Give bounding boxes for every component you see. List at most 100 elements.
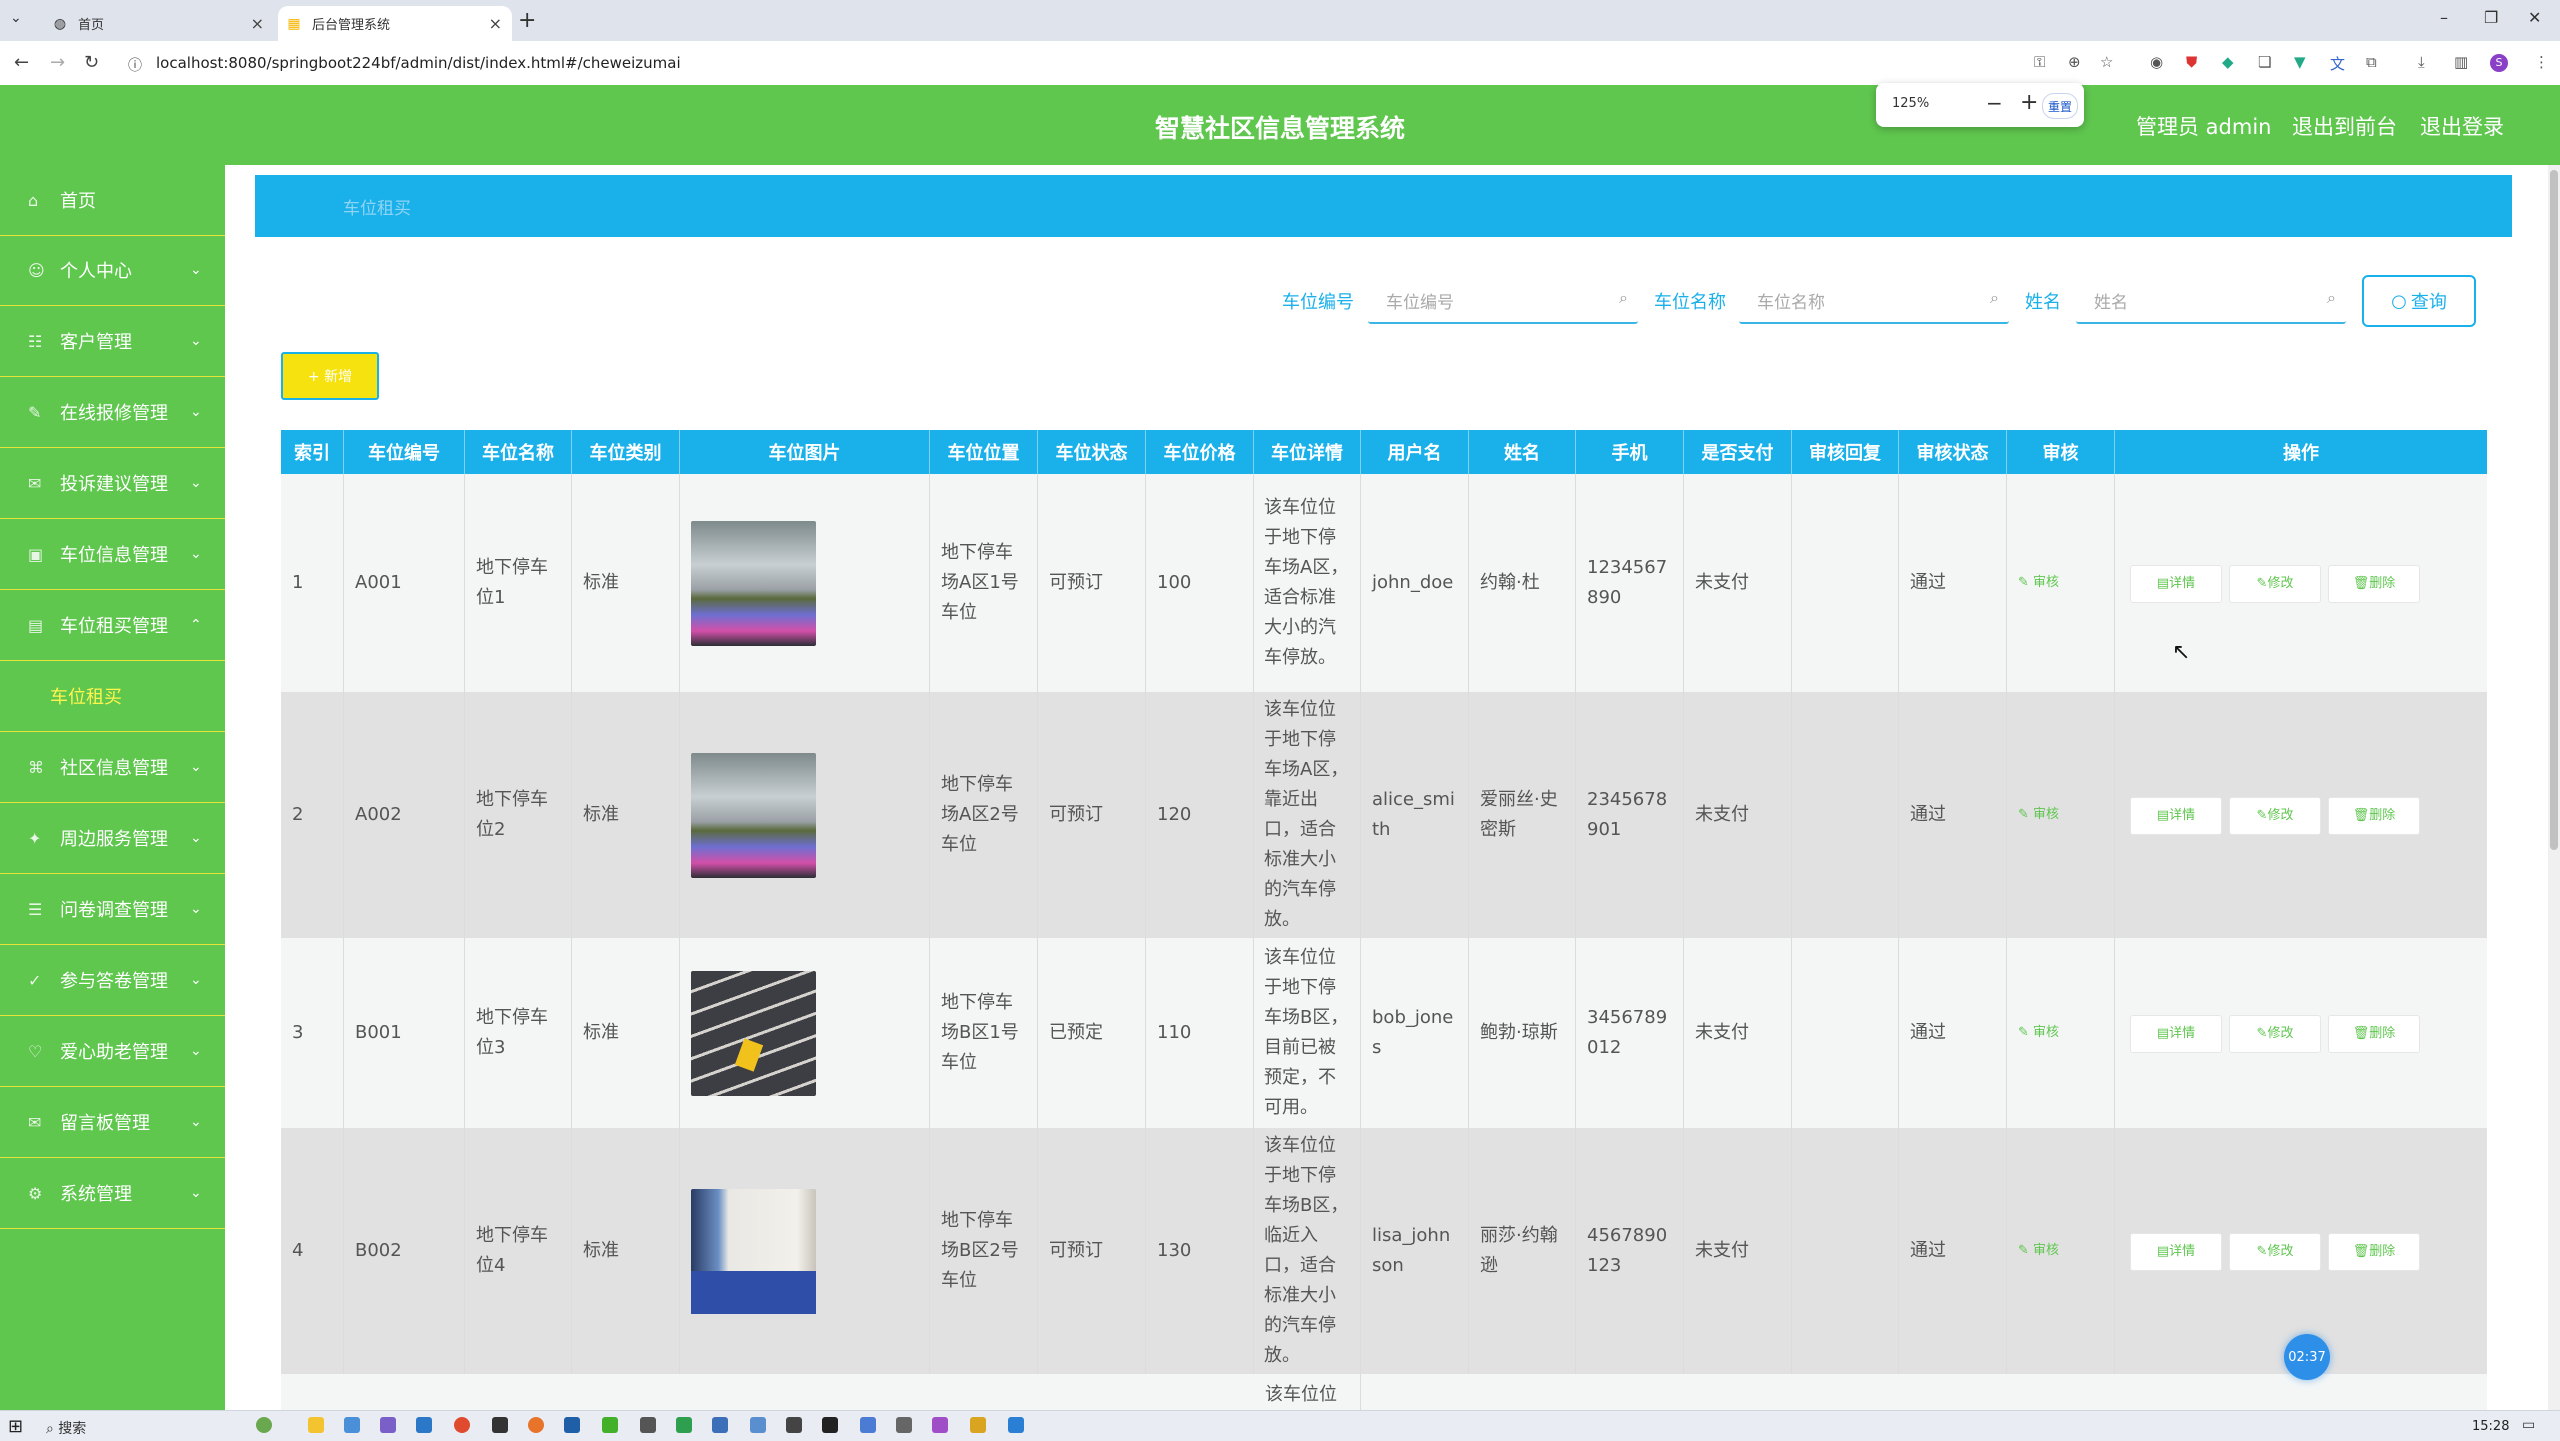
site-info-icon[interactable]: ⓘ: [128, 55, 142, 75]
sidepanel-icon[interactable]: ▥: [2454, 53, 2468, 71]
trash-icon: 🗑: [2352, 808, 2370, 823]
windows-start-icon[interactable]: ⊞: [8, 1416, 23, 1437]
sidebar-item-repair[interactable]: ✎ 在线报修管理 ⌄: [0, 377, 225, 448]
maximize-icon[interactable]: ❐: [2484, 8, 2498, 27]
sidebar-item-home[interactable]: ⌂ 首页: [0, 165, 225, 236]
taskbar-search[interactable]: ⌕ 搜索: [46, 1418, 86, 1438]
app-icon[interactable]: [970, 1417, 986, 1433]
detail-button[interactable]: ▤ 详情: [2130, 565, 2222, 603]
back-icon[interactable]: ←: [14, 52, 29, 73]
browser-tab-admin[interactable]: ▦ 后台管理系统 ×: [278, 6, 512, 41]
app-icon[interactable]: [860, 1417, 876, 1433]
firefox-icon[interactable]: [528, 1417, 544, 1433]
parking-photo[interactable]: [691, 520, 816, 646]
delete-button[interactable]: 🗑 删除: [2328, 1015, 2420, 1053]
app-icon[interactable]: [416, 1417, 432, 1433]
sidebar-item-clients[interactable]: ☷ 客户管理 ⌄: [0, 306, 225, 377]
close-icon[interactable]: ×: [251, 14, 264, 33]
search-button[interactable]: ○ 查询: [2362, 275, 2476, 327]
sidebar-item-parking[interactable]: ▣ 车位信息管理 ⌄: [0, 519, 225, 590]
parking-photo[interactable]: [691, 1188, 816, 1314]
download-icon[interactable]: ⤓: [2418, 53, 2425, 71]
delete-button[interactable]: 🗑 删除: [2328, 565, 2420, 603]
key-icon[interactable]: ⚿: [2034, 53, 2045, 71]
parking-photo[interactable]: [691, 752, 816, 878]
profile-avatar-icon[interactable]: S: [2490, 54, 2508, 72]
edit-button[interactable]: ✎ 修改: [2229, 1233, 2321, 1271]
shield-icon[interactable]: ⛊: [2186, 53, 2197, 71]
detail-button[interactable]: ▤ 详情: [2130, 1015, 2222, 1053]
reload-icon[interactable]: ↻: [84, 52, 99, 73]
front-link[interactable]: 退出到前台: [2292, 111, 2397, 141]
add-button[interactable]: + 新增: [281, 352, 379, 400]
zoom-out-button[interactable]: −: [1986, 91, 2003, 115]
app-icon[interactable]: [676, 1417, 692, 1433]
delete-button[interactable]: 🗑 删除: [2328, 797, 2420, 835]
explorer-icon[interactable]: [308, 1417, 324, 1433]
person-search-input[interactable]: 姓名 ⌕: [2076, 276, 2346, 324]
window-close-icon[interactable]: ✕: [2528, 8, 2541, 27]
star-icon[interactable]: ☆: [2100, 53, 2113, 71]
vue-icon[interactable]: ▼: [2294, 53, 2306, 71]
zoom-reset-button[interactable]: 重置: [2042, 93, 2078, 119]
app-icon[interactable]: [896, 1417, 912, 1433]
app-icon[interactable]: [344, 1417, 360, 1433]
tab-search-chevron-icon[interactable]: ⌄: [10, 10, 22, 26]
timer-bubble[interactable]: 02:37: [2284, 1334, 2330, 1380]
sidebar-item-answer[interactable]: ✓ 参与答卷管理 ⌄: [0, 945, 225, 1016]
extension-icon[interactable]: ◆: [2222, 53, 2234, 71]
scrollbar-thumb[interactable]: [2550, 170, 2558, 850]
detail-button[interactable]: ▤ 详情: [2130, 797, 2222, 835]
copy-icon[interactable]: ❏: [2258, 53, 2271, 71]
vscode-icon[interactable]: [564, 1417, 580, 1433]
delete-button[interactable]: 🗑 删除: [2328, 1233, 2420, 1271]
sidebar-item-message[interactable]: ✉ 留言板管理 ⌄: [0, 1087, 225, 1158]
minimize-icon[interactable]: –: [2440, 8, 2448, 27]
app-icon[interactable]: [750, 1417, 766, 1433]
app-icon[interactable]: [1008, 1417, 1024, 1433]
name-search-input[interactable]: 车位名称 ⌕: [1739, 276, 2009, 324]
app-icon[interactable]: [640, 1417, 656, 1433]
sidebar-item-community[interactable]: ⌘ 社区信息管理 ⌄: [0, 732, 225, 803]
sidebar-item-complaint[interactable]: ✉ 投诉建议管理 ⌄: [0, 448, 225, 519]
sidebar-item-parking-rent[interactable]: ▤ 车位租买管理 ⌃: [0, 590, 225, 661]
new-tab-button[interactable]: +: [518, 8, 536, 33]
weather-icon[interactable]: [256, 1417, 272, 1433]
chrome-icon[interactable]: [454, 1417, 470, 1433]
edit-button[interactable]: ✎ 修改: [2229, 1015, 2321, 1053]
edit-button[interactable]: ✎ 修改: [2229, 565, 2321, 603]
sidebar-item-personal[interactable]: ☺ 个人中心 ⌄: [0, 235, 225, 306]
audit-link[interactable]: ✎ 审核: [2018, 568, 2059, 598]
puzzle-icon[interactable]: ⧉: [2366, 53, 2377, 71]
sidebar-subitem-parking-rent[interactable]: 车位租买: [0, 661, 225, 732]
wechat-icon[interactable]: [602, 1417, 618, 1433]
logout-link[interactable]: 退出登录: [2420, 111, 2504, 141]
sidebar-item-survey[interactable]: ☰ 问卷调查管理 ⌄: [0, 874, 225, 945]
code-search-input[interactable]: 车位编号 ⌕: [1368, 276, 1638, 324]
app-icon[interactable]: [932, 1417, 948, 1433]
close-icon[interactable]: ×: [489, 14, 502, 33]
browser-tab-home[interactable]: ◍ 首页 ×: [44, 6, 274, 41]
forward-icon[interactable]: →: [50, 52, 65, 73]
app-icon[interactable]: [492, 1417, 508, 1433]
zoom-icon[interactable]: ⊕: [2068, 53, 2081, 71]
app-icon[interactable]: [380, 1417, 396, 1433]
sidebar-item-system[interactable]: ⚙ 系统管理 ⌄: [0, 1158, 225, 1229]
edit-button[interactable]: ✎ 修改: [2229, 797, 2321, 835]
audit-link[interactable]: ✎ 审核: [2018, 1236, 2059, 1266]
sidebar-item-service[interactable]: ✦ 周边服务管理 ⌄: [0, 803, 225, 874]
detail-button[interactable]: ▤ 详情: [2130, 1233, 2222, 1271]
sidebar-item-elderly[interactable]: ♡ 爱心助老管理 ⌄: [0, 1016, 225, 1087]
app-icon[interactable]: [712, 1417, 728, 1433]
audit-link[interactable]: ✎ 审核: [2018, 800, 2059, 830]
parking-photo[interactable]: [691, 970, 816, 1096]
app-icon[interactable]: [822, 1417, 838, 1433]
notification-icon[interactable]: ▭: [2522, 1417, 2535, 1433]
translate-icon[interactable]: 文: [2330, 53, 2345, 74]
audit-link[interactable]: ✎ 审核: [2018, 1018, 2059, 1048]
more-menu-icon[interactable]: ⋮: [2534, 53, 2549, 71]
url-field[interactable]: localhost:8080/springboot224bf/admin/dis…: [156, 54, 681, 72]
app-icon[interactable]: [786, 1417, 802, 1433]
camera-icon[interactable]: ◉: [2150, 53, 2163, 71]
zoom-in-button[interactable]: +: [2020, 90, 2038, 115]
